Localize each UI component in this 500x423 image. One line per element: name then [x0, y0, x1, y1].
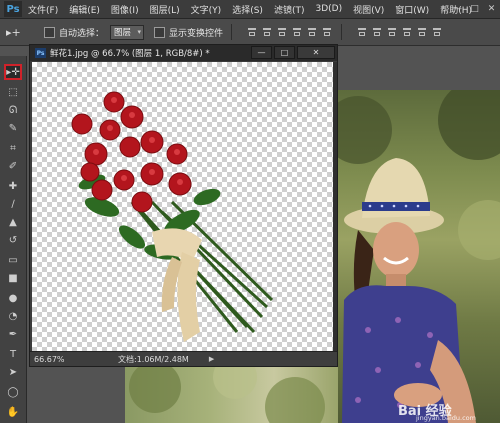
foliage — [129, 367, 325, 423]
document-title: 鲜花1.jpg @ 66.7% (图层 1, RGB/8#) * — [50, 49, 210, 59]
status-menu-arrow-icon[interactable]: ▶ — [209, 355, 214, 363]
align-bottom-icon[interactable] — [276, 26, 288, 38]
history-brush-tool[interactable]: ↺ — [4, 232, 22, 248]
dodge-tool[interactable]: ◔ — [4, 308, 22, 324]
healing-tool[interactable]: ✚ — [4, 178, 22, 194]
hand-tool[interactable]: ✋ — [4, 404, 22, 420]
doc-minimize-button[interactable]: — — [251, 46, 272, 59]
shape-tool[interactable]: ◯ — [4, 384, 22, 400]
distribute-top-icon[interactable] — [356, 26, 368, 38]
auto-select-checkbox[interactable] — [44, 26, 55, 38]
transparent-canvas[interactable] — [32, 62, 335, 352]
menu-image[interactable]: 图像(I) — [111, 3, 139, 16]
auto-select-label: 自动选择： — [59, 28, 105, 39]
align-buttons — [246, 26, 333, 38]
crop-tool[interactable]: ⌗ — [4, 140, 22, 156]
align-hcenter-icon[interactable] — [306, 26, 318, 38]
options-bar: ▸+ 自动选择： 图层 ▾ 显示变换控件 — [0, 19, 500, 46]
menu-file[interactable]: 文件(F) — [28, 3, 58, 16]
menu-layer[interactable]: 图层(L) — [150, 3, 180, 16]
distribute-bottom-icon[interactable] — [386, 26, 398, 38]
show-transform-checkbox[interactable] — [154, 26, 166, 38]
menu-bar: Ps 文件(F) 编辑(E) 图像(I) 图层(L) 文字(Y) 选择(S) 滤… — [0, 0, 500, 19]
align-left-icon[interactable] — [291, 26, 303, 38]
document-size-info: 文档:1.06M/2.48M — [118, 354, 189, 364]
distribute-hcenter-icon[interactable] — [416, 26, 428, 38]
ps-document-icon: Ps — [35, 48, 46, 58]
show-transform-label: 显示变换控件 — [169, 28, 224, 39]
align-right-icon[interactable] — [321, 26, 333, 38]
marquee-tool[interactable]: ⬚ — [4, 84, 22, 100]
document-tab[interactable]: Ps 鲜花1.jpg @ 66.7% (图层 1, RGB/8#) * — □ … — [30, 45, 337, 61]
rose-bouquet-image — [71, 91, 274, 342]
vertical-scrollbar[interactable] — [333, 62, 337, 352]
window-controls: — □ ✕ — [449, 0, 500, 18]
brush-tool[interactable]: ∕ — [4, 196, 22, 212]
baidu-watermark: Bai 经验 jingyan.baidu.com — [398, 400, 498, 422]
menu-type[interactable]: 文字(Y) — [191, 3, 222, 16]
align-vcenter-icon[interactable] — [261, 26, 273, 38]
menu-select[interactable]: 选择(S) — [232, 3, 263, 16]
align-top-icon[interactable] — [246, 26, 258, 38]
document-window-controls: — □ ✕ — [251, 46, 335, 59]
minimize-button[interactable]: — — [449, 0, 466, 18]
background-photo-lower — [125, 367, 338, 423]
blur-tool[interactable]: ● — [4, 290, 22, 306]
quick-select-tool[interactable]: ✎ — [4, 120, 22, 136]
tool-preset-picker[interactable]: ▸+ — [6, 22, 34, 42]
menu-window[interactable]: 窗口(W) — [395, 3, 429, 16]
distribute-left-icon[interactable] — [401, 26, 413, 38]
divider — [341, 24, 343, 40]
chevron-down-icon: ▾ — [137, 27, 142, 36]
auto-select-target-value: 图层 — [114, 28, 132, 38]
stamp-tool[interactable]: ▲ — [4, 214, 22, 230]
distribute-buttons — [356, 26, 443, 38]
pen-tool[interactable]: ✒ — [4, 326, 22, 342]
distribute-right-icon[interactable] — [431, 26, 443, 38]
girl-photo — [338, 90, 500, 423]
watermark-url: jingyan.baidu.com — [416, 414, 476, 422]
doc-maximize-button[interactable]: □ — [274, 46, 295, 59]
eraser-tool[interactable]: ▭ — [4, 252, 22, 268]
menu-view[interactable]: 视图(V) — [353, 3, 384, 16]
background-photo — [338, 90, 500, 423]
zoom-level-field[interactable]: 66.67% — [30, 355, 74, 364]
move-tool[interactable]: ▸✛ — [4, 64, 22, 80]
path-select-tool[interactable]: ➤ — [4, 364, 22, 380]
photoshop-logo: Ps — [4, 1, 22, 17]
close-button[interactable]: ✕ — [483, 0, 500, 18]
menu-3d[interactable]: 3D(D) — [315, 4, 342, 14]
type-tool[interactable]: T — [4, 346, 22, 362]
gradient-tool[interactable]: ■ — [4, 270, 22, 286]
document-window: Ps 鲜花1.jpg @ 66.7% (图层 1, RGB/8#) * — □ … — [29, 44, 338, 367]
document-status-bar: 66.67% 文档:1.06M/2.48M ▶ — [30, 351, 337, 366]
maximize-button[interactable]: □ — [466, 0, 483, 18]
distribute-vcenter-icon[interactable] — [371, 26, 383, 38]
doc-close-button[interactable]: ✕ — [297, 46, 335, 59]
menu-edit[interactable]: 编辑(E) — [69, 3, 100, 16]
auto-select-target-dropdown[interactable]: 图层 ▾ — [110, 24, 145, 40]
menu-filter[interactable]: 滤镜(T) — [274, 3, 305, 16]
lasso-tool[interactable]: ᘏ — [4, 102, 22, 118]
eyedropper-tool[interactable]: ✐ — [4, 158, 22, 174]
divider — [231, 24, 233, 40]
